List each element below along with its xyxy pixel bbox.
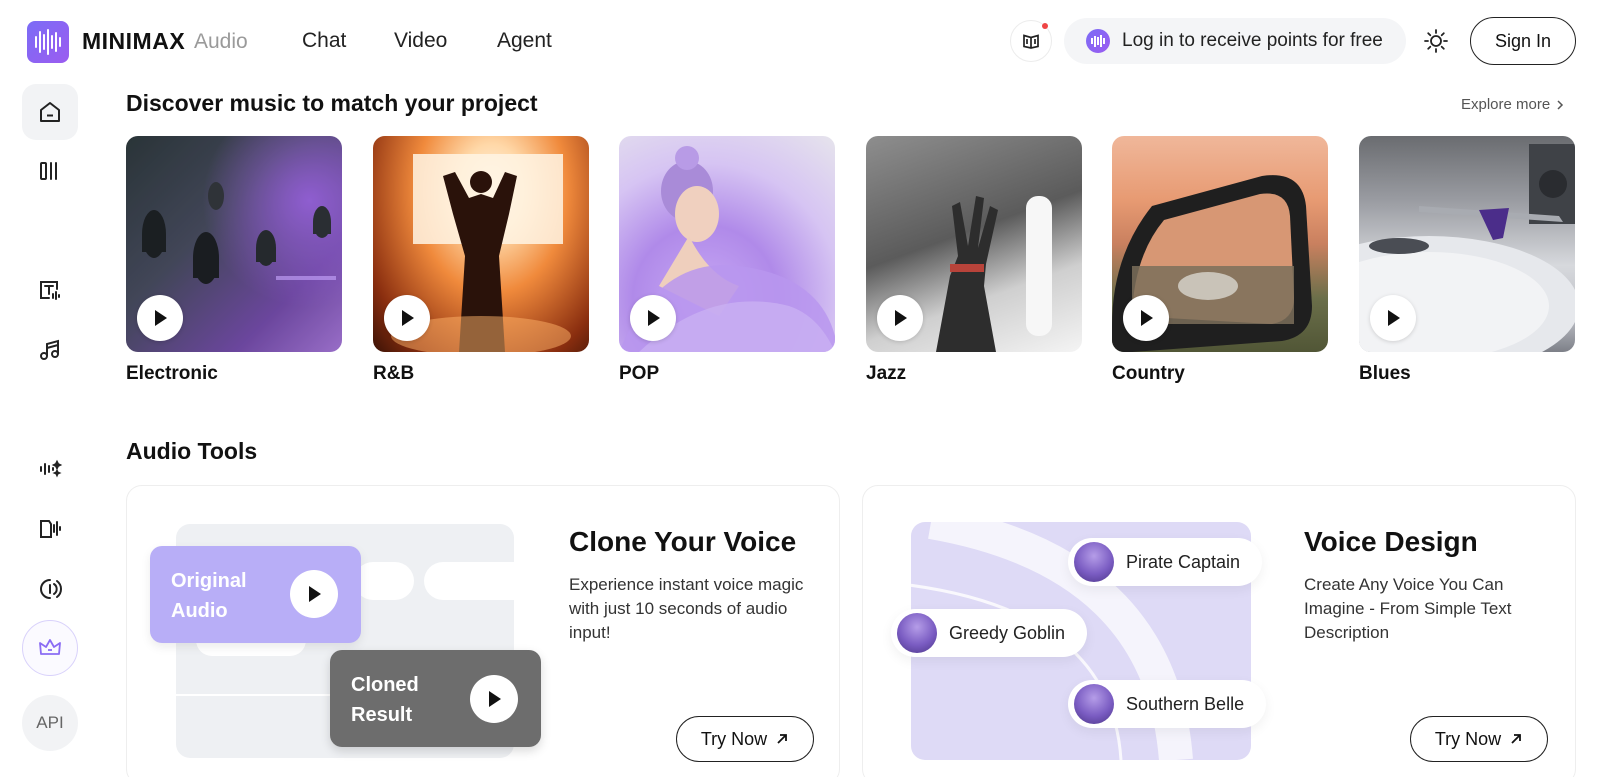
pirate-captain-avatar: [1074, 542, 1114, 582]
genre-label-jazz: Jazz: [866, 363, 907, 384]
top-header: MINIMAX Audio Chat Video Agent Log in to…: [0, 0, 1600, 84]
voice-name: Pirate Captain: [1126, 551, 1241, 572]
play-button-rnb[interactable]: [384, 295, 430, 341]
try-now-label: Try Now: [700, 728, 768, 749]
play-icon: [895, 310, 907, 326]
play-icon: [648, 310, 660, 326]
left-sidebar: API: [0, 84, 100, 777]
genre-label-country: Country: [1112, 363, 1185, 384]
original-audio-label: Original Audio: [171, 570, 247, 622]
play-icon: [155, 310, 167, 326]
nav-agent[interactable]: Agent: [497, 29, 552, 53]
sign-in-button[interactable]: Sign In: [1470, 17, 1576, 65]
genre-card-electronic[interactable]: [126, 136, 342, 352]
login-points-text: Log in to receive points for free: [1122, 30, 1383, 51]
voice-clone-icon: [40, 459, 63, 478]
voice-name: Southern Belle: [1126, 693, 1245, 714]
play-icon: [1141, 310, 1153, 326]
theme-toggle[interactable]: [1422, 27, 1450, 55]
minimax-logo-icon[interactable]: [27, 21, 69, 63]
nav-chat[interactable]: Chat: [302, 29, 346, 53]
genre-card-blues[interactable]: [1359, 136, 1575, 352]
chevron-right-icon: [1557, 99, 1564, 110]
audio-tools-title: Audio Tools: [126, 438, 258, 464]
explore-more-label: Explore more: [1461, 96, 1551, 113]
play-button-jazz[interactable]: [877, 295, 923, 341]
southern-belle-avatar: [1074, 684, 1114, 724]
sidebar-item-subscription[interactable]: [22, 620, 78, 676]
brand-product: Audio: [194, 30, 248, 53]
sidebar-item-text-to-speech[interactable]: [22, 262, 78, 318]
play-icon: [309, 586, 321, 602]
cloned-result-label: Cloned Result: [351, 674, 419, 726]
voice-chip-southern-belle[interactable]: Southern Belle: [1068, 680, 1267, 728]
book-icon: [1023, 34, 1039, 49]
nav-video[interactable]: Video: [394, 29, 447, 53]
genre-card-rnb[interactable]: [373, 136, 589, 352]
genre-label-electronic: Electronic: [126, 363, 218, 384]
voice-chip-pirate-captain[interactable]: Pirate Captain: [1068, 538, 1263, 586]
genre-card-country[interactable]: [1112, 136, 1328, 352]
sidebar-item-audio-isolation[interactable]: [22, 561, 78, 617]
voice-name: Greedy Goblin: [949, 622, 1066, 643]
voice-chip-greedy-goblin[interactable]: Greedy Goblin: [891, 609, 1088, 657]
voice-design-description: Create Any Voice You Can Imagine - From …: [1304, 575, 1512, 642]
crown-icon: [39, 639, 61, 655]
design-try-now-button[interactable]: Try Now: [1410, 716, 1548, 762]
library-icon: [40, 162, 57, 180]
genre-label-rnb: R&B: [373, 363, 415, 384]
try-now-label: Try Now: [1434, 728, 1502, 749]
sidebar-item-music[interactable]: [22, 322, 78, 378]
play-cloned-button[interactable]: [470, 675, 518, 723]
music-note-icon: [40, 339, 59, 360]
audio-isolation-icon: [40, 579, 62, 599]
play-button-electronic[interactable]: [137, 295, 183, 341]
sidebar-item-api[interactable]: API: [22, 695, 78, 751]
sidebar-item-voice-clone[interactable]: [22, 441, 78, 497]
genre-label-blues: Blues: [1359, 363, 1411, 384]
clone-voice-title: Clone Your Voice: [569, 526, 797, 557]
sun-icon: [1424, 29, 1448, 53]
play-button-blues[interactable]: [1370, 295, 1416, 341]
brand-name[interactable]: MINIMAX: [82, 28, 185, 55]
sidebar-item-home[interactable]: [22, 84, 78, 140]
sidebar-item-voice-design[interactable]: [22, 501, 78, 557]
play-button-pop[interactable]: [630, 295, 676, 341]
text-to-speech-icon: [40, 281, 60, 300]
greedy-goblin-avatar: [897, 613, 937, 653]
genre-label-pop: POP: [619, 363, 660, 384]
arrow-up-right-icon: [777, 734, 788, 744]
play-icon: [489, 691, 501, 707]
voice-design-icon: [40, 520, 61, 538]
play-button-country[interactable]: [1123, 295, 1169, 341]
play-original-button[interactable]: [290, 570, 338, 618]
login-points-banner[interactable]: Log in to receive points for free: [1064, 18, 1406, 64]
genre-card-jazz[interactable]: [866, 136, 1082, 352]
home-icon: [40, 102, 60, 122]
play-icon: [402, 310, 414, 326]
arrow-up-right-icon: [1511, 734, 1522, 744]
clone-voice-description: Experience instant voice magic with just…: [569, 575, 804, 642]
explore-more-link[interactable]: Explore more: [1461, 96, 1564, 113]
notification-dot: [1042, 23, 1048, 29]
sidebar-item-library[interactable]: [22, 143, 78, 199]
clone-try-now-button[interactable]: Try Now: [676, 716, 814, 762]
play-icon: [1388, 310, 1400, 326]
discover-title: Discover music to match your project: [126, 90, 538, 116]
audio-wave-icon: [1086, 29, 1110, 53]
voice-design-title: Voice Design: [1304, 526, 1478, 557]
genre-card-pop[interactable]: [619, 136, 835, 352]
